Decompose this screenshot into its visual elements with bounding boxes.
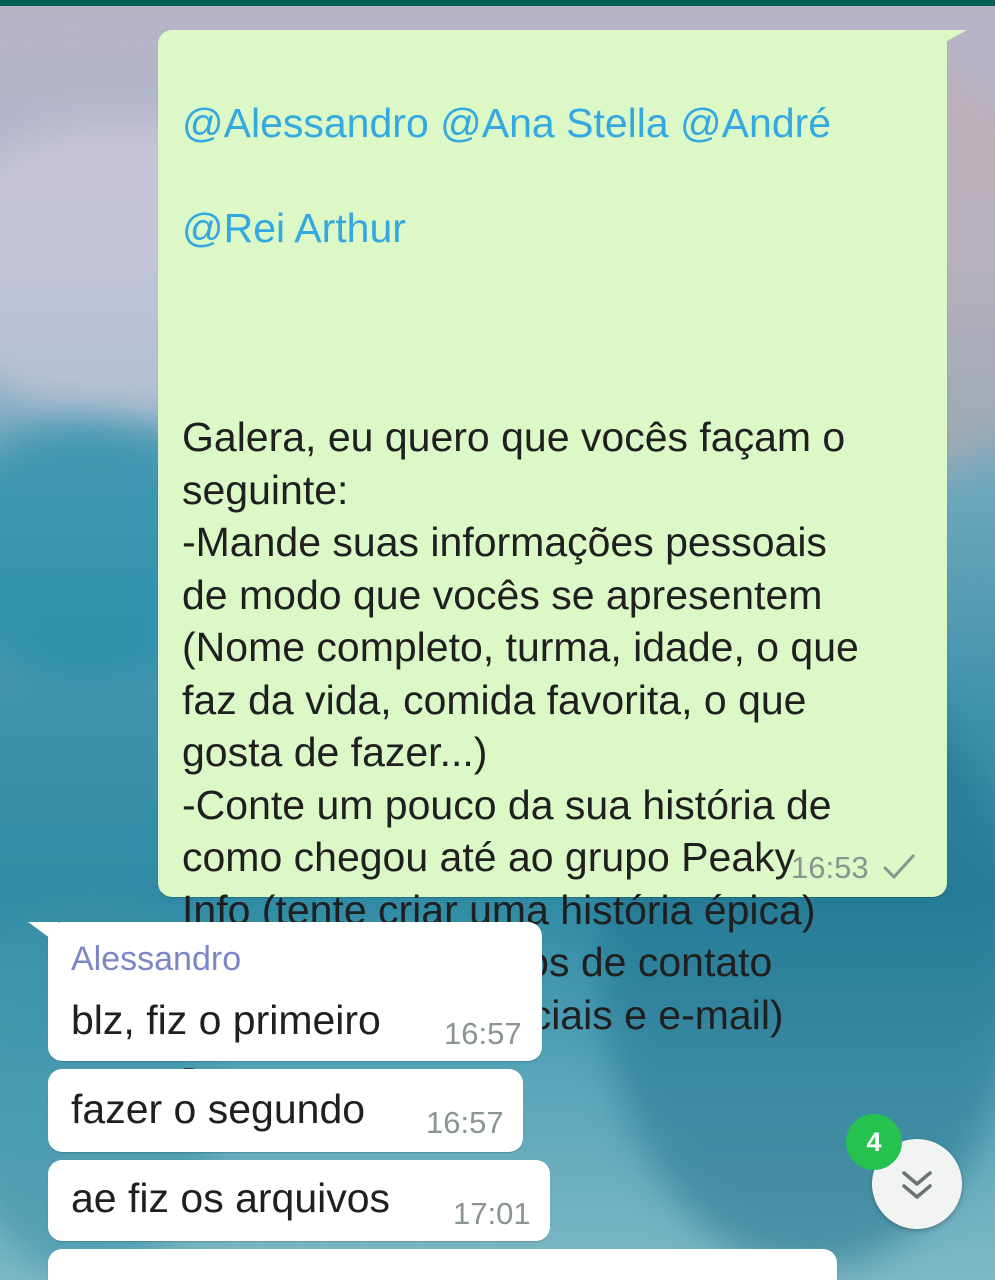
message-time: 16:57 [426, 1105, 504, 1140]
incoming-message-bubble[interactable]: Alessandro blz, fiz o primeiro 16:57 [48, 922, 542, 1061]
incoming-message-bubble[interactable]: fazer o segundo 16:57 [48, 1069, 523, 1152]
incoming-message-bubble[interactable] [48, 1249, 837, 1280]
single-check-icon [883, 854, 915, 879]
message-time: 16:57 [444, 1016, 522, 1051]
message-time: 16:53 [791, 850, 869, 885]
message-text: blz, fiz o primeiro [71, 997, 381, 1043]
header-strip [0, 0, 995, 6]
incoming-message-bubble[interactable]: ae fiz os arquivos 17:01 [48, 1160, 550, 1241]
double-chevron-down-icon [902, 1171, 932, 1199]
unread-count-badge: 4 [846, 1114, 902, 1170]
mention-line[interactable]: @Alessandro @Ana Stella @André [182, 97, 932, 150]
mention-line[interactable]: @Rei Arthur [182, 202, 932, 255]
outgoing-message-bubble[interactable]: @Alessandro @Ana Stella @André @Rei Arth… [158, 30, 947, 1090]
message-time: 17:01 [453, 1196, 531, 1231]
message-text: ae fiz os arquivos [71, 1175, 391, 1221]
sender-name[interactable]: Alessandro [71, 940, 241, 979]
message-text: fazer o segundo [71, 1086, 366, 1132]
